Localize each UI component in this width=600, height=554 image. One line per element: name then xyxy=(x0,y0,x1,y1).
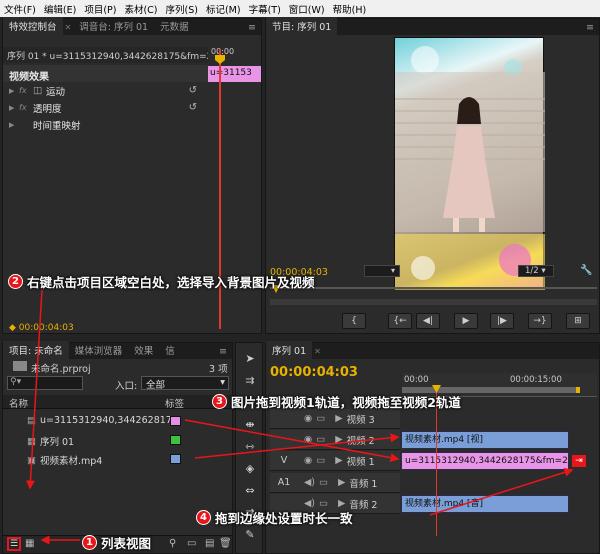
annotation-4: 4 拖到边缘处设置时长一致 xyxy=(196,508,353,527)
annotation-1: 1 列表视图 xyxy=(82,533,151,552)
annotation-2: 2 右键点击项目区域空白处，选择导入背景图片及视频 xyxy=(8,272,315,291)
annotation-3: 3 图片拖到视频1轨道，视频拖至视频2轨道 xyxy=(212,392,461,411)
